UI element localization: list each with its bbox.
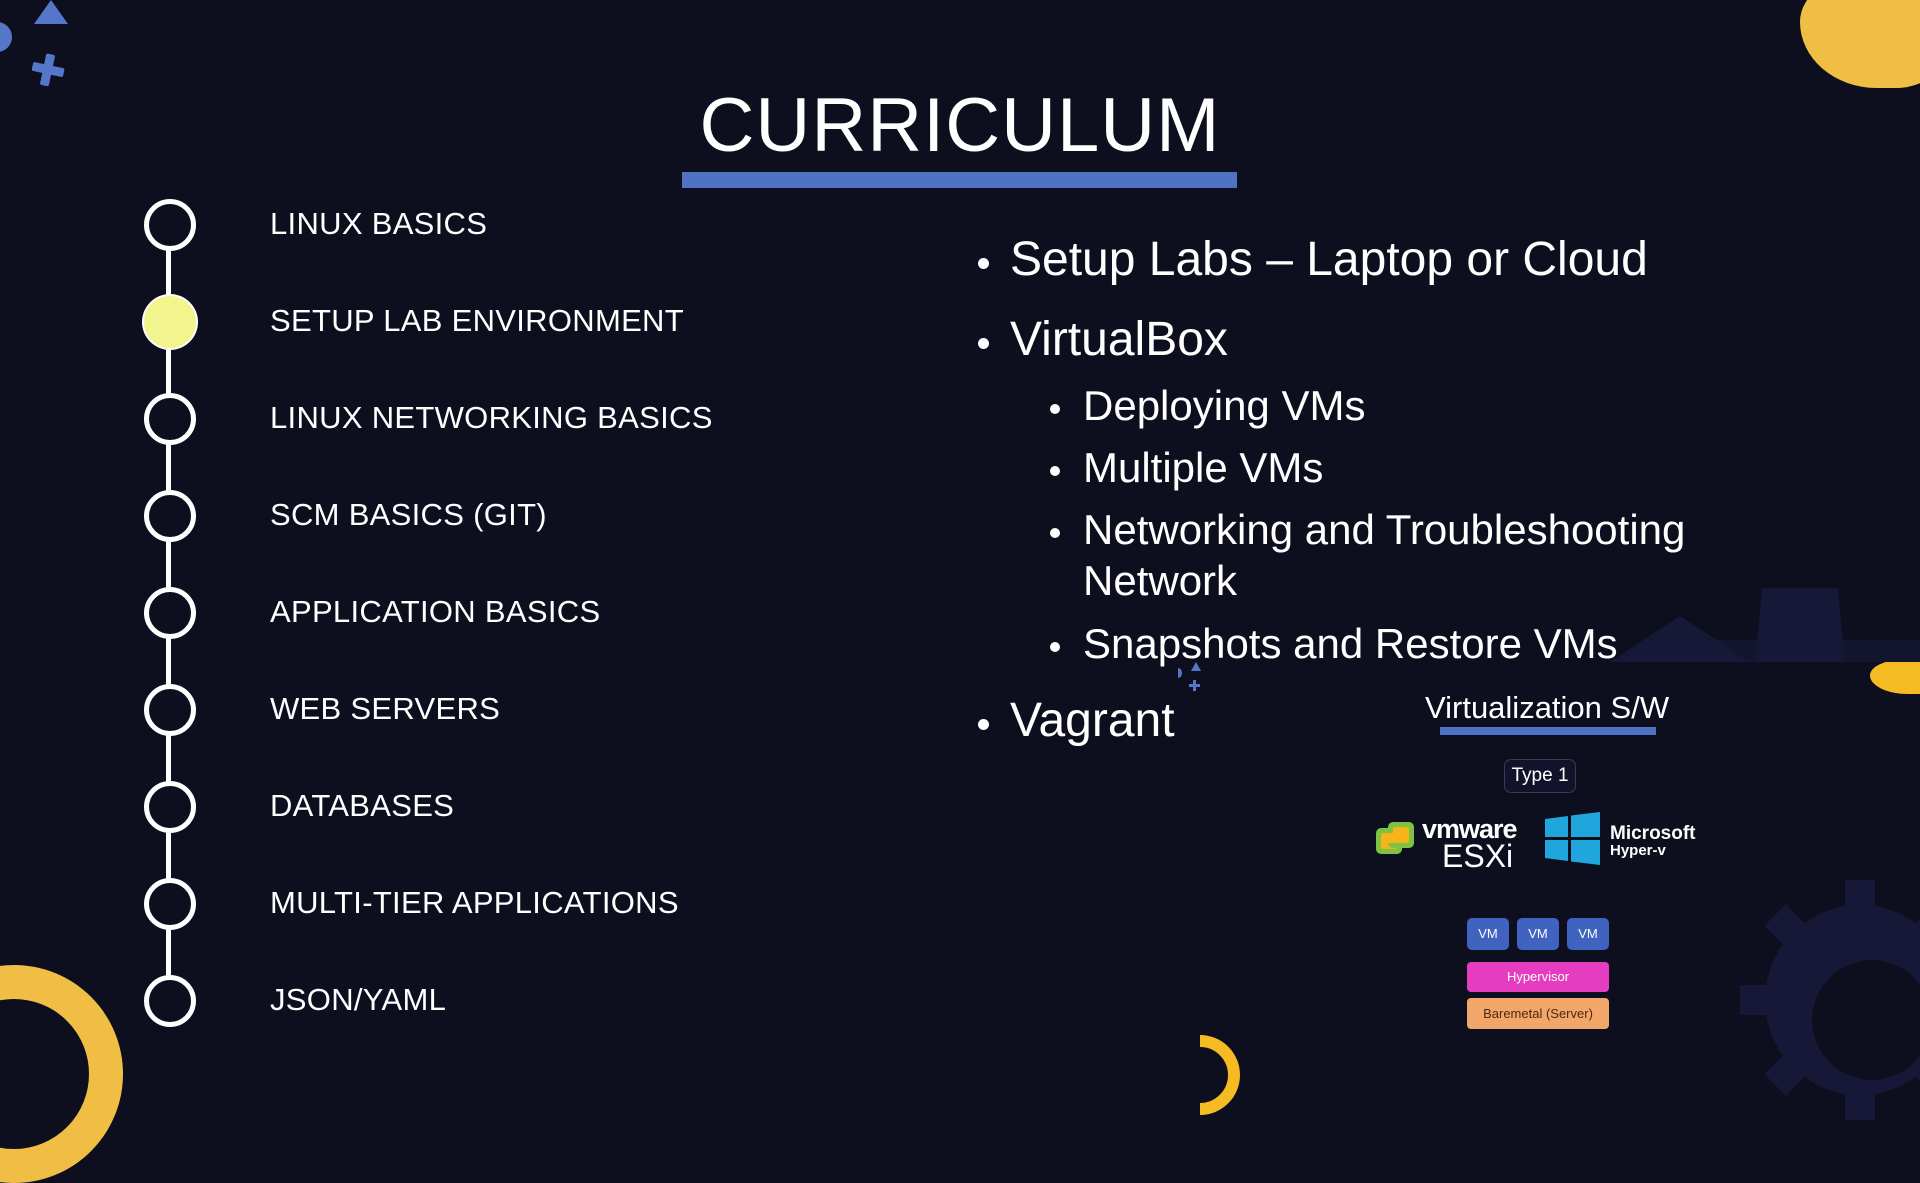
- timeline-node: [144, 878, 196, 930]
- timeline-item-label: APPLICATION BASICS: [270, 594, 601, 629]
- sub-bullet-item: Network: [1083, 557, 1238, 604]
- half-circle-decoration-icon: [0, 22, 12, 52]
- type-label: Type 1: [1504, 759, 1576, 793]
- virtualization-heading: Virtualization S/W: [1425, 690, 1670, 725]
- windows-logo-icon: [1545, 812, 1600, 865]
- baremetal-layer: Baremetal (Server): [1467, 998, 1609, 1029]
- bullet-dot-icon: [978, 338, 989, 349]
- sub-bullet-item: Deploying VMs: [1083, 382, 1366, 429]
- bullet-item: VirtualBox: [1010, 313, 1228, 366]
- mountain-plateau-decoration: [1755, 588, 1845, 662]
- timeline-node: [144, 199, 196, 251]
- timeline-item-label: JSON/YAML: [270, 982, 447, 1017]
- bullet-dot-icon: [978, 719, 989, 730]
- timeline-node-active: [144, 296, 196, 348]
- timeline-item-label: DATABASES: [270, 788, 455, 823]
- timeline-item-label: SCM BASICS (GIT): [270, 497, 547, 532]
- timeline-node: [144, 490, 196, 542]
- yellow-blob-decoration: [1800, 0, 1920, 88]
- yellow-arc-decoration: [1200, 1035, 1240, 1115]
- timeline-item-label: LINUX BASICS: [270, 206, 488, 241]
- timeline-node: [144, 393, 196, 445]
- title-underline: [682, 172, 1237, 188]
- triangle-decoration-icon: [34, 0, 68, 24]
- bullet-item: Vagrant: [1010, 694, 1175, 747]
- mountain-peak-decoration: [1610, 616, 1750, 662]
- vm-box: VM: [1467, 918, 1509, 950]
- timeline-item-label: MULTI-TIER APPLICATIONS: [270, 885, 679, 920]
- timeline-item-label: LINUX NETWORKING BASICS: [270, 400, 713, 435]
- bullet-dot-icon: [978, 258, 989, 269]
- bullet-dot-icon: [1050, 404, 1060, 414]
- virtualization-heading-underline: [1440, 727, 1656, 735]
- timeline-item-label: WEB SERVERS: [270, 691, 501, 726]
- hyperv-product-text: Hyper-v: [1610, 842, 1666, 859]
- sub-bullet-item: Networking and Troubleshooting: [1083, 506, 1686, 553]
- timeline-node: [144, 975, 196, 1027]
- bullet-dot-icon: [1050, 466, 1060, 476]
- vm-box: VM: [1567, 918, 1609, 950]
- timeline-node: [144, 781, 196, 833]
- vm-box: VM: [1517, 918, 1559, 950]
- timeline-node: [144, 587, 196, 639]
- esxi-product-text: ESXi: [1442, 838, 1514, 874]
- gear-decoration-icon: [1740, 880, 1920, 1120]
- sub-bullet-item: Multiple VMs: [1083, 444, 1324, 491]
- bullet-dot-icon: [1050, 642, 1060, 652]
- hypervisor-layer: Hypervisor: [1467, 962, 1609, 992]
- bullet-dot-icon: [1050, 528, 1060, 538]
- timeline-node: [144, 684, 196, 736]
- yellow-blob-small-decoration: [1870, 660, 1920, 694]
- vmware-logo-icon: [1376, 822, 1414, 854]
- sub-bullet-item: Snapshots and Restore VMs: [1083, 620, 1618, 667]
- slide-title: CURRICULUM: [699, 83, 1221, 168]
- timeline-item-label: SETUP LAB ENVIRONMENT: [270, 303, 684, 338]
- yellow-ring-decoration: [0, 965, 123, 1183]
- bullet-item: Setup Labs – Laptop or Cloud: [1010, 233, 1648, 286]
